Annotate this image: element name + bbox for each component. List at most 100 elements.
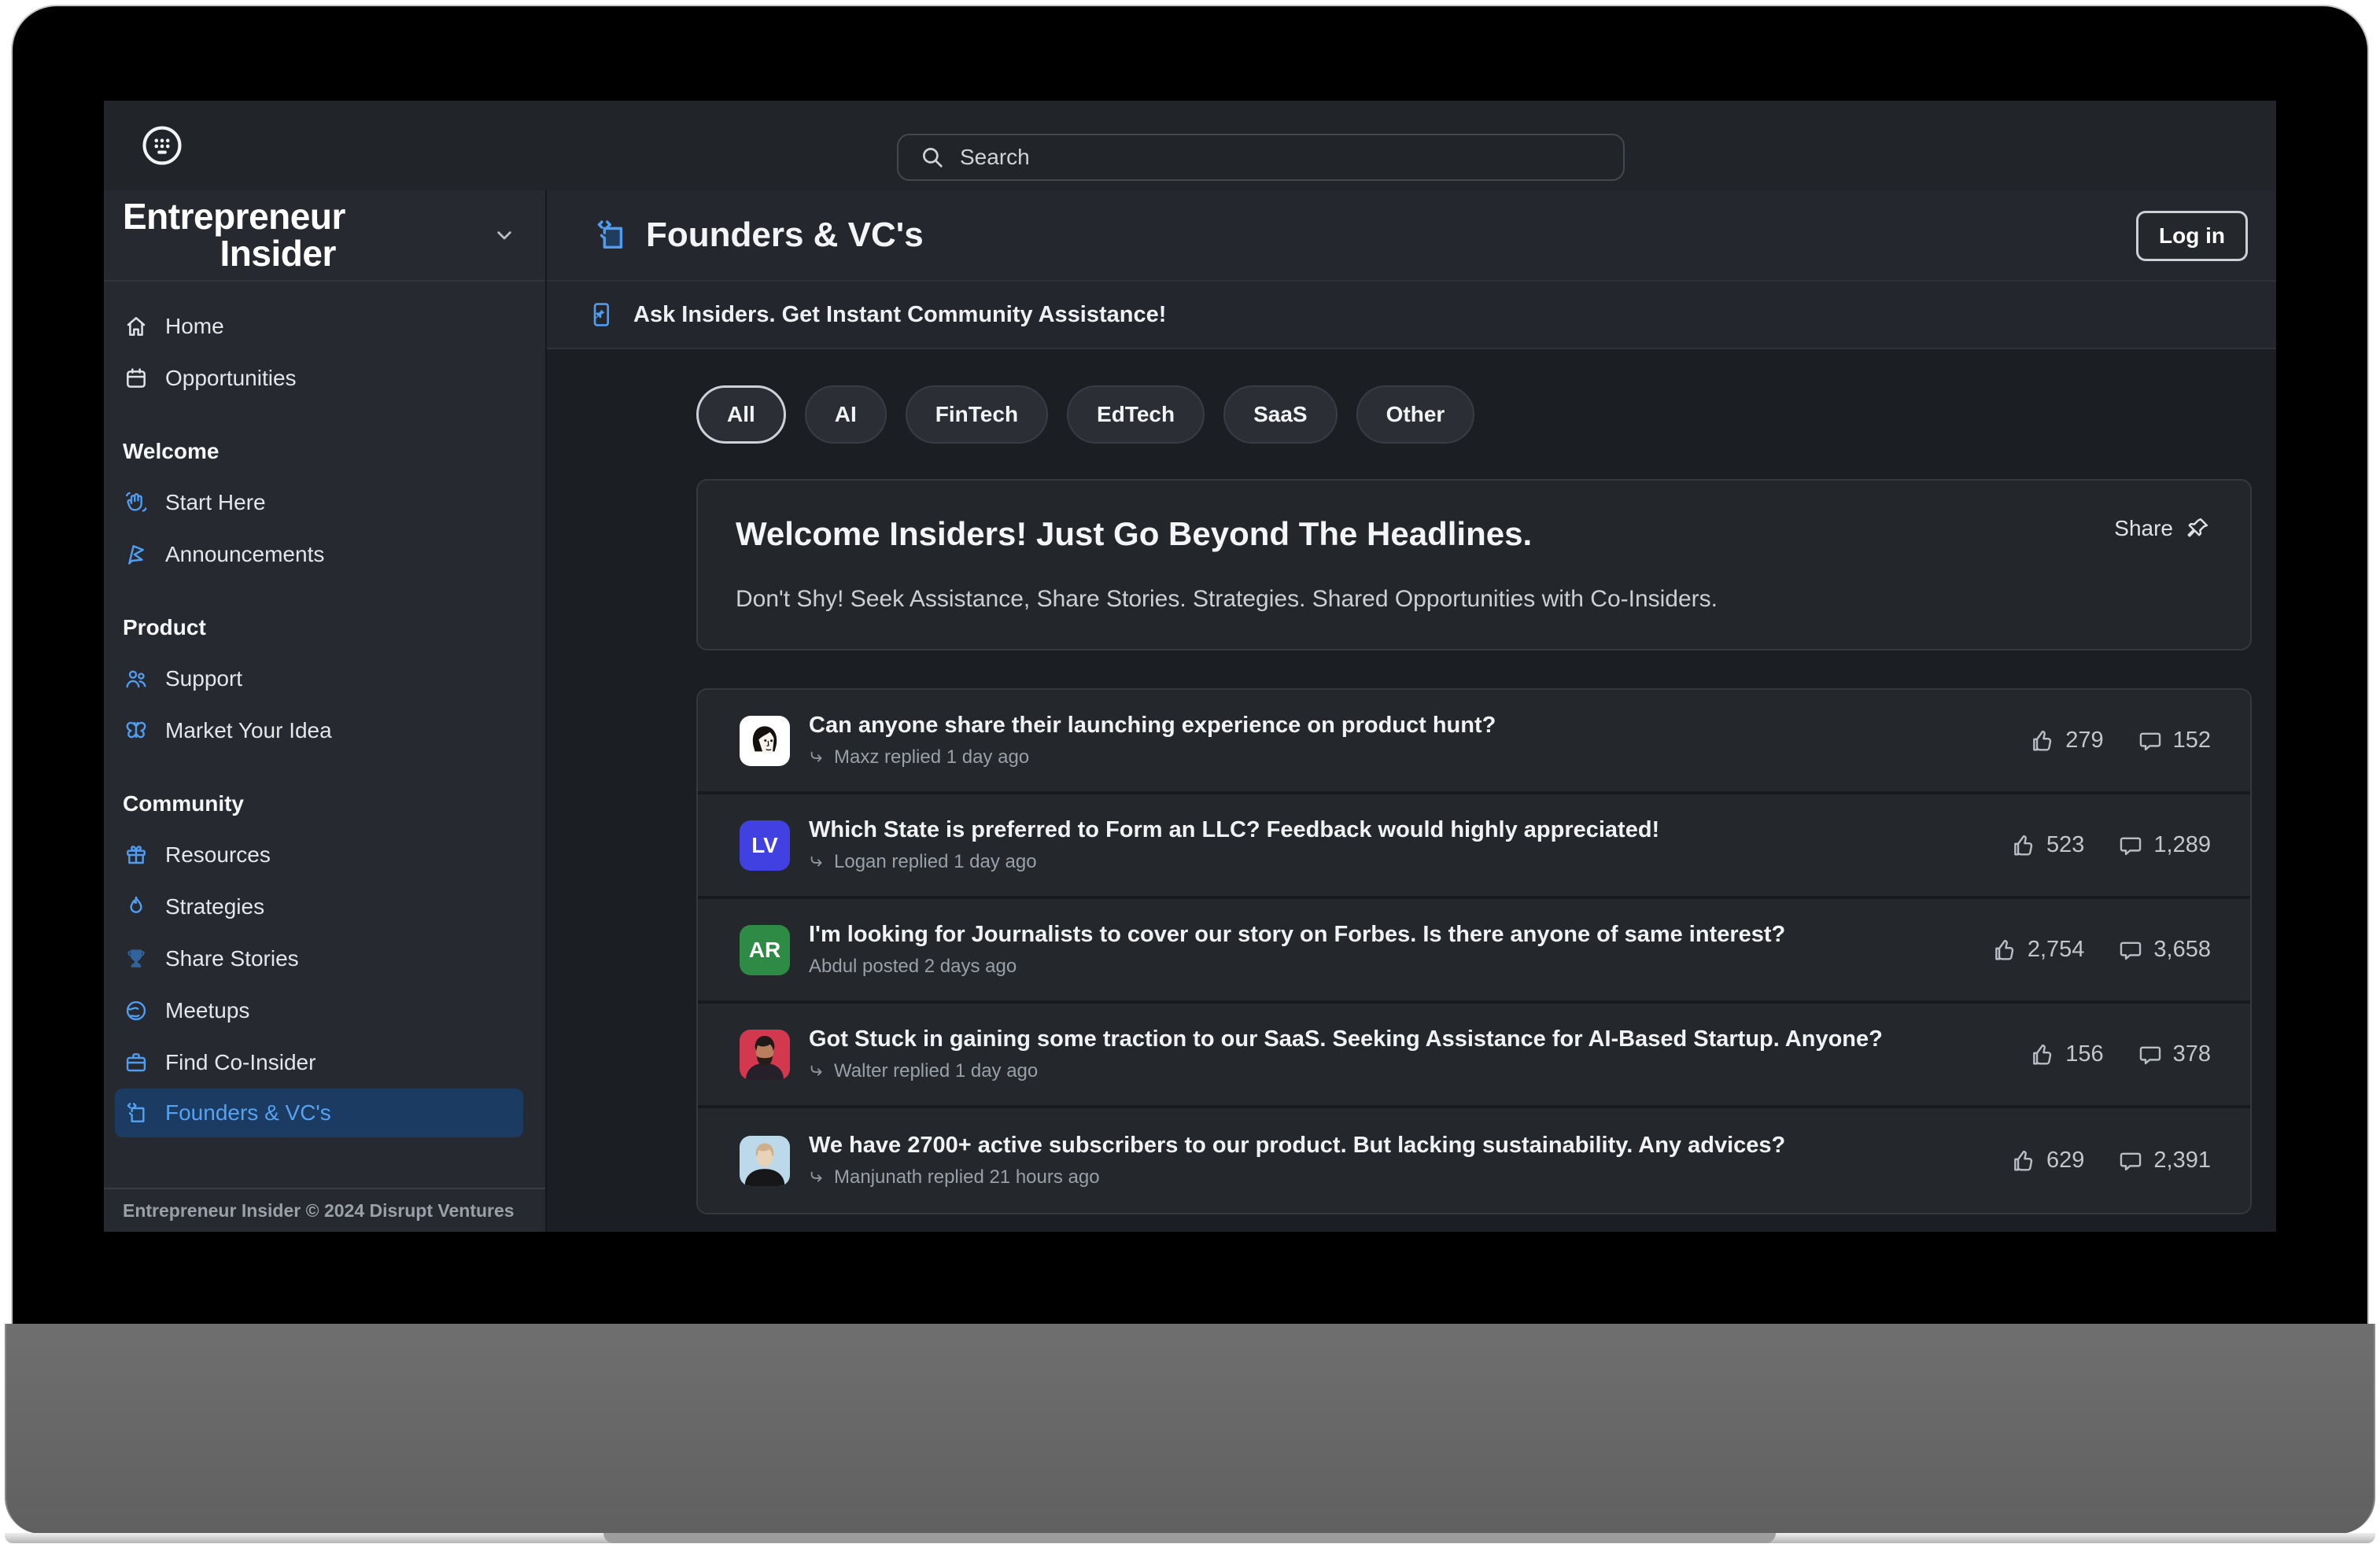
comments-stat[interactable]: 1,289 xyxy=(2117,832,2211,859)
comment-icon xyxy=(2117,1148,2144,1174)
avatar: AR xyxy=(740,925,790,975)
search-icon xyxy=(919,144,946,171)
comments-stat[interactable]: 152 xyxy=(2137,728,2211,754)
post-row[interactable]: AR I'm looking for Journalists to cover … xyxy=(698,899,2250,1004)
likes-stat[interactable]: 2,754 xyxy=(1991,937,2085,964)
sidebar-item-label: Find Co-Insider xyxy=(165,1050,315,1075)
people-icon xyxy=(123,665,149,692)
butterfly-icon xyxy=(123,717,149,744)
filter-pill-fintech[interactable]: FinTech xyxy=(906,385,1048,444)
sidebar-item-label: Support xyxy=(165,666,242,691)
sidebar-item-find-co-insider[interactable]: Find Co-Insider xyxy=(104,1037,545,1089)
code-tag-icon xyxy=(592,217,629,253)
post-row[interactable]: Can anyone share their launching experie… xyxy=(698,690,2250,794)
post-meta-text: Maxz replied 1 day ago xyxy=(834,746,1029,768)
avatar xyxy=(740,716,790,766)
brand-logo-line2: Insider xyxy=(123,235,345,272)
sidebar-item-founders-vcs[interactable]: Founders & VC's xyxy=(115,1089,523,1137)
log-in-button[interactable]: Log in xyxy=(2136,211,2248,261)
post-meta-text: Abdul posted 2 days ago xyxy=(809,956,1017,978)
post-stats: 156 378 xyxy=(2029,1041,2250,1068)
comments-count: 1,289 xyxy=(2153,832,2211,858)
likes-stat[interactable]: 629 xyxy=(2010,1148,2084,1174)
post-meta: Maxz replied 1 day ago xyxy=(809,746,1496,768)
likes-stat[interactable]: 523 xyxy=(2010,832,2084,859)
sidebar-item-start-here[interactable]: Start Here xyxy=(104,477,545,529)
briefcase-icon xyxy=(123,1049,149,1076)
welcome-title: Welcome Insiders! Just Go Beyond The Hea… xyxy=(736,515,2211,553)
calendar-icon xyxy=(123,365,149,392)
sidebar-item-label: Share Stories xyxy=(165,946,299,971)
welcome-subtitle: Don't Shy! Seek Assistance, Share Storie… xyxy=(736,586,2211,613)
comments-stat[interactable]: 378 xyxy=(2137,1041,2211,1068)
reply-arrow-icon xyxy=(809,853,826,871)
post-title: Can anyone share their launching experie… xyxy=(809,713,1496,739)
thumbs-up-icon xyxy=(2029,1041,2056,1068)
sidebar-item-home[interactable]: Home xyxy=(104,300,545,352)
likes-stat[interactable]: 156 xyxy=(2029,1041,2103,1068)
apps-menu-button[interactable] xyxy=(138,122,186,169)
sidebar-item-opportunities[interactable]: Opportunities xyxy=(104,352,545,404)
post-meta: Manjunath replied 21 hours ago xyxy=(809,1166,1785,1188)
sidebar: Entrepreneur Insider xyxy=(104,190,547,1232)
sidebar-item-meetups[interactable]: Meetups xyxy=(104,985,545,1037)
filter-pill-other[interactable]: Other xyxy=(1356,385,1475,444)
sidebar-item-announcements[interactable]: Announcements xyxy=(104,529,545,580)
post-row[interactable]: Got Stuck in gaining some traction to ou… xyxy=(698,1004,2250,1108)
likes-count: 279 xyxy=(2065,728,2103,754)
filter-pills: All AI FinTech EdTech SaaS Other xyxy=(696,385,2252,444)
post-row[interactable]: LV Which State is preferred to Form an L… xyxy=(698,794,2250,899)
sidebar-item-strategies[interactable]: Strategies xyxy=(104,881,545,933)
likes-stat[interactable]: 279 xyxy=(2029,728,2103,754)
sidebar-header[interactable]: Entrepreneur Insider xyxy=(104,190,545,282)
filter-pill-all[interactable]: All xyxy=(696,385,786,444)
topbar xyxy=(104,101,2276,190)
laptop-base xyxy=(5,1324,2375,1534)
likes-count: 2,754 xyxy=(2028,937,2085,963)
search-bar[interactable] xyxy=(897,134,1625,181)
pinned-note-icon xyxy=(586,300,616,330)
main-area: Founders & VC's Log in Ask Insiders. Get… xyxy=(547,190,2276,1232)
comments-count: 378 xyxy=(2173,1041,2211,1067)
post-row[interactable]: We have 2700+ active subscribers to our … xyxy=(698,1108,2250,1213)
sidebar-item-label: Start Here xyxy=(165,490,266,515)
sidebar-item-share-stories[interactable]: Share Stories xyxy=(104,933,545,985)
sidebar-item-resources[interactable]: Resources xyxy=(104,829,545,881)
share-button[interactable]: Share xyxy=(2114,515,2211,542)
post-title: Which State is preferred to Form an LLC?… xyxy=(809,817,1659,843)
likes-count: 156 xyxy=(2065,1041,2103,1067)
post-meta: Logan replied 1 day ago xyxy=(809,851,1659,873)
thumbs-up-icon xyxy=(2010,1148,2037,1174)
avatar: LV xyxy=(740,820,790,871)
post-meta-text: Manjunath replied 21 hours ago xyxy=(834,1166,1100,1188)
comments-stat[interactable]: 2,391 xyxy=(2117,1148,2211,1174)
comments-stat[interactable]: 3,658 xyxy=(2117,937,2211,964)
post-title: Got Stuck in gaining some traction to ou… xyxy=(809,1026,1883,1052)
sidebar-item-market-your-idea[interactable]: Market Your Idea xyxy=(104,705,545,757)
filter-pill-ai[interactable]: AI xyxy=(805,385,887,444)
sidebar-item-support[interactable]: Support xyxy=(104,653,545,705)
post-stats: 2,754 3,658 xyxy=(1991,937,2250,964)
thumbs-up-icon xyxy=(2029,728,2056,754)
filter-pill-saas[interactable]: SaaS xyxy=(1223,385,1338,444)
sidebar-item-label: Founders & VC's xyxy=(165,1100,331,1126)
thumbs-up-icon xyxy=(2010,832,2037,859)
apps-grid-icon xyxy=(139,123,185,168)
avatar xyxy=(740,1030,790,1080)
community-banner[interactable]: Ask Insiders. Get Instant Community Assi… xyxy=(547,282,2276,349)
post-meta-text: Walter replied 1 day ago xyxy=(834,1060,1038,1082)
chevron-down-icon[interactable] xyxy=(492,223,517,248)
search-input[interactable] xyxy=(946,145,1623,170)
waving-hand-icon xyxy=(123,489,149,516)
share-label: Share xyxy=(2114,516,2173,541)
comments-count: 2,391 xyxy=(2153,1148,2211,1174)
post-stats: 523 1,289 xyxy=(2010,832,2250,859)
filter-pill-edtech[interactable]: EdTech xyxy=(1067,385,1205,444)
brand-logo-line1: Entrepreneur xyxy=(123,198,345,235)
welcome-card: Welcome Insiders! Just Go Beyond The Hea… xyxy=(696,479,2252,650)
sidebar-item-label: Market Your Idea xyxy=(165,718,332,743)
comment-icon xyxy=(2137,1041,2164,1068)
thumbs-up-icon xyxy=(1991,937,2018,964)
brand-logo: Entrepreneur Insider xyxy=(123,198,345,272)
sidebar-item-label: Strategies xyxy=(165,894,264,919)
